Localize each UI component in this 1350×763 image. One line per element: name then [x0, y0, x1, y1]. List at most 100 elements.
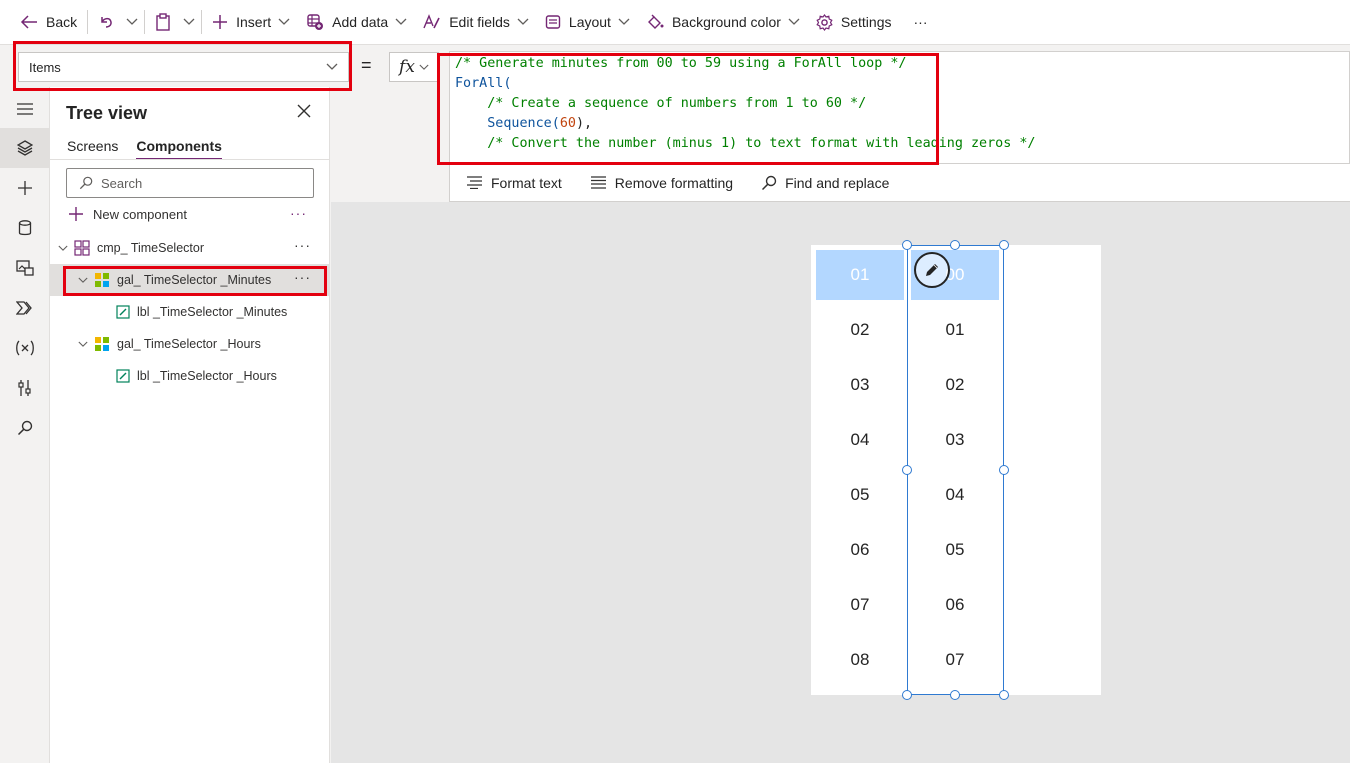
- chevron-down-icon: [58, 245, 68, 251]
- divider: [50, 159, 330, 160]
- gallery-icon: [95, 337, 109, 351]
- settings-button[interactable]: Settings: [808, 0, 900, 44]
- advanced-tools-rail-button[interactable]: [0, 368, 50, 408]
- remove-formatting-icon: [590, 176, 606, 189]
- tree-view-button[interactable]: [0, 128, 50, 168]
- format-text-icon: [467, 176, 482, 189]
- edit-fields-button[interactable]: Edit fields: [415, 0, 537, 44]
- back-button[interactable]: Back: [12, 0, 85, 44]
- search-placeholder: Search: [101, 175, 143, 191]
- layers-icon: [17, 140, 33, 156]
- menu-button[interactable]: [0, 89, 50, 129]
- insert-button[interactable]: Insert: [204, 0, 298, 44]
- label-edit-icon: [116, 305, 130, 319]
- resize-handle[interactable]: [999, 240, 1009, 250]
- tab-components[interactable]: Components: [136, 138, 222, 160]
- find-replace-label: Find and replace: [785, 174, 890, 191]
- power-automate-rail-button[interactable]: [0, 288, 50, 328]
- component-icon: [74, 240, 90, 256]
- fx-icon: fx: [399, 57, 415, 77]
- insert-rail-button[interactable]: [0, 168, 50, 208]
- new-component-label: New component: [93, 206, 187, 222]
- tree-node-label-hours[interactable]: lbl _TimeSelector _Hours: [50, 360, 330, 392]
- gallery-item[interactable]: 07: [816, 580, 904, 630]
- hamburger-icon: [17, 103, 33, 115]
- chevron-down-icon: [395, 18, 407, 25]
- close-icon: [297, 104, 311, 118]
- format-text-button[interactable]: Format text: [466, 175, 562, 191]
- media-rail-button[interactable]: [0, 248, 50, 288]
- resize-handle[interactable]: [950, 240, 960, 250]
- chevron-down-icon: [326, 63, 338, 70]
- layout-label: Layout: [568, 14, 611, 30]
- background-color-button[interactable]: Background color: [638, 0, 808, 44]
- undo-dropdown[interactable]: [122, 0, 142, 44]
- gallery-item[interactable]: 06: [816, 525, 904, 575]
- node-more-button[interactable]: ···: [294, 237, 311, 253]
- database-add-icon: [307, 14, 324, 30]
- resize-handle[interactable]: [902, 690, 912, 700]
- property-value: Items: [29, 59, 61, 75]
- left-rail: [0, 87, 50, 763]
- undo-button[interactable]: [90, 0, 122, 44]
- chevron-down-icon: [278, 18, 290, 25]
- tree-node-component[interactable]: cmp_ TimeSelector: [50, 232, 330, 264]
- property-dropdown[interactable]: Items: [18, 52, 349, 82]
- data-rail-button[interactable]: [0, 208, 50, 248]
- close-button[interactable]: [297, 104, 311, 121]
- remove-formatting-label: Remove formatting: [614, 174, 734, 191]
- resize-handle[interactable]: [902, 240, 912, 250]
- paste-button[interactable]: [147, 0, 179, 44]
- resize-handle[interactable]: [999, 465, 1009, 475]
- search-icon: [17, 420, 33, 436]
- tab-screens[interactable]: Screens: [67, 138, 118, 160]
- variables-icon: [16, 340, 34, 356]
- layout-button[interactable]: Layout: [537, 0, 638, 44]
- toolbar-divider: [144, 10, 146, 34]
- gallery-item[interactable]: 02: [816, 305, 904, 355]
- resize-handle[interactable]: [999, 690, 1009, 700]
- gallery-item[interactable]: 05: [816, 470, 904, 520]
- chevron-down-icon: [183, 18, 195, 25]
- search-rail-button[interactable]: [0, 408, 50, 448]
- gallery-item[interactable]: 03: [816, 360, 904, 410]
- add-data-button[interactable]: Add data: [298, 0, 415, 44]
- code-line: Sequence(60),: [455, 114, 1349, 134]
- new-component-button[interactable]: New component: [68, 206, 187, 222]
- flow-icon: [16, 301, 32, 315]
- chevron-down-icon: [517, 18, 529, 25]
- code-line: /* Convert the number (minus 1) to text …: [455, 136, 1036, 151]
- node-more-button[interactable]: ···: [294, 269, 311, 285]
- layout-icon: [545, 15, 561, 29]
- tree-tabs: Screens Components: [67, 138, 222, 160]
- selection-frame: [907, 245, 1004, 695]
- plus-icon: [18, 181, 32, 195]
- gallery-item[interactable]: 01: [816, 250, 904, 300]
- tree-node-gallery-minutes[interactable]: gal_ TimeSelector _Minutes: [50, 264, 330, 296]
- resize-handle[interactable]: [902, 465, 912, 475]
- variables-rail-button[interactable]: [0, 328, 50, 368]
- more-commands-button[interactable]: ···: [906, 0, 936, 44]
- search-input[interactable]: Search: [66, 168, 314, 198]
- gallery-item[interactable]: 08: [816, 635, 904, 685]
- tree-node-label: cmp_ TimeSelector: [97, 241, 204, 255]
- more-options-button[interactable]: ···: [290, 205, 307, 221]
- back-label: Back: [46, 14, 78, 30]
- add-data-label: Add data: [332, 14, 389, 30]
- function-button[interactable]: fx: [389, 52, 439, 82]
- formula-editor[interactable]: /* Generate minutes from 00 to 59 using …: [449, 51, 1350, 164]
- tools-icon: [18, 380, 31, 396]
- gear-icon: [816, 13, 833, 31]
- tree-node-gallery-hours[interactable]: gal_ TimeSelector _Hours: [50, 328, 330, 360]
- remove-formatting-button[interactable]: Remove formatting: [590, 175, 733, 191]
- code-token: Sequence(: [487, 116, 560, 131]
- tree-node-label-minutes[interactable]: lbl _TimeSelector _Minutes: [50, 296, 330, 328]
- gallery-item[interactable]: 04: [816, 415, 904, 465]
- settings-label: Settings: [840, 14, 892, 30]
- paste-dropdown[interactable]: [179, 0, 199, 44]
- database-icon: [18, 220, 32, 236]
- code-line: /* Create a sequence of numbers from 1 t…: [455, 96, 867, 111]
- tree-node-label: gal_ TimeSelector _Minutes: [117, 273, 272, 287]
- find-replace-button[interactable]: Find and replace: [761, 175, 889, 191]
- resize-handle[interactable]: [950, 690, 960, 700]
